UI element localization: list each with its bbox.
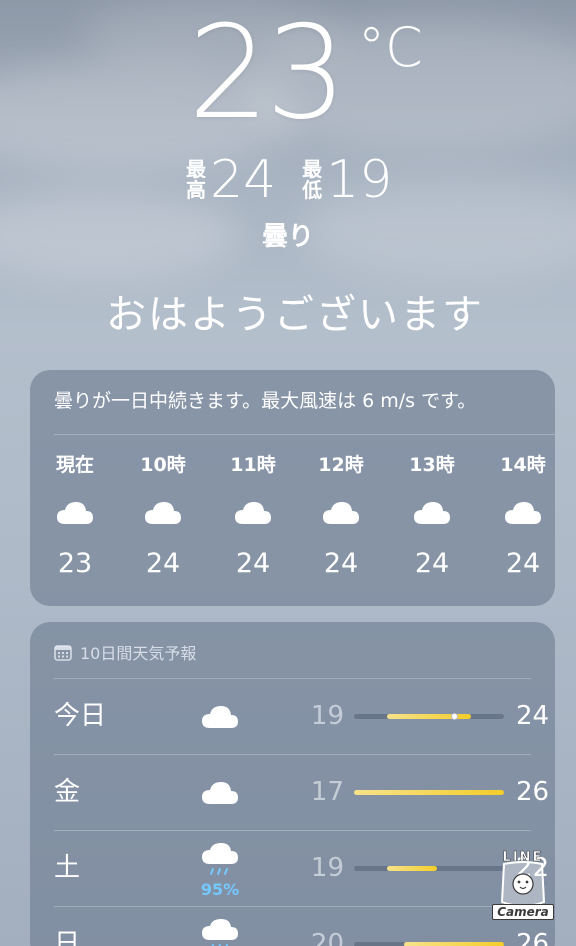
daily-forecast-header: 10日間天気予報 bbox=[54, 640, 196, 664]
hourly-temperature: 23 bbox=[57, 548, 93, 579]
watermark-text-bottom: Camera bbox=[492, 904, 554, 920]
rain-cloud-icon bbox=[200, 918, 240, 946]
day-name: 金 bbox=[54, 777, 81, 807]
temperature-range-bar bbox=[354, 866, 504, 871]
low-temperature: 17 bbox=[310, 777, 344, 807]
day-name: 今日 bbox=[54, 701, 107, 731]
hourly-forecast-card[interactable]: 曇りが一日中続きます。最大風速は 6 m/s です。 現在 23 10時 24 11時 2… bbox=[30, 370, 555, 606]
hourly-temperature: 24 bbox=[505, 548, 541, 579]
temperature-range-fill bbox=[387, 866, 438, 871]
daily-row[interactable]: 土95%1922 bbox=[54, 830, 549, 906]
hourly-item: 10時 24 bbox=[118, 452, 208, 580]
current-temp-dot bbox=[451, 713, 458, 720]
rain-cloud-icon bbox=[200, 842, 240, 875]
divider bbox=[54, 754, 531, 755]
hourly-summary: 曇りが一日中続きます。最大風速は 6 m/s です。 bbox=[54, 390, 477, 412]
hourly-time: 13時 bbox=[409, 454, 455, 476]
daily-row[interactable]: 今日 19 24 bbox=[54, 678, 549, 754]
low-temperature: 19 bbox=[326, 150, 393, 210]
hourly-time: 11時 bbox=[230, 454, 276, 476]
divider bbox=[54, 830, 531, 831]
cloud-icon bbox=[233, 498, 273, 526]
hourly-item: 12時 24 bbox=[296, 452, 386, 580]
temperature-range-bar bbox=[354, 713, 504, 720]
low-temperature: 19 bbox=[310, 701, 344, 731]
high-label: 最 高 bbox=[186, 159, 206, 201]
cloud-icon bbox=[503, 498, 543, 526]
low-label-char: 低 bbox=[302, 178, 323, 202]
low-label-char: 最 bbox=[302, 157, 323, 181]
daily-forecast-card[interactable]: 10日間天気予報 今日1924金1726土95%1922日2026 bbox=[30, 622, 555, 946]
daily-forecast-title: 10日間天気予報 bbox=[80, 644, 197, 663]
hourly-temperature: 24 bbox=[145, 548, 181, 579]
high-temperature: 24 bbox=[516, 701, 550, 731]
greeting-text: おはようございます bbox=[106, 292, 484, 338]
temperature-unit: °C bbox=[358, 16, 423, 79]
hourly-temperature: 24 bbox=[235, 548, 271, 579]
divider bbox=[54, 434, 555, 435]
temperature-range-bar bbox=[354, 790, 504, 795]
hourly-item: 11時 24 bbox=[208, 452, 298, 580]
hourly-time: 14時 bbox=[500, 454, 546, 476]
current-temperature-value: 23 bbox=[188, 0, 347, 148]
day-name: 日 bbox=[54, 929, 81, 946]
temperature-range-fill bbox=[354, 790, 504, 795]
current-condition: 曇り bbox=[261, 222, 314, 252]
temperature-range-fill bbox=[404, 942, 504, 946]
high-temperature: 26 bbox=[516, 777, 550, 807]
divider bbox=[54, 678, 531, 679]
hourly-time: 現在 bbox=[55, 454, 94, 476]
cloud-icon bbox=[321, 498, 361, 526]
current-temperature: 23 bbox=[188, 4, 347, 144]
precipitation-chance: 95% bbox=[200, 880, 240, 899]
day-name: 土 bbox=[54, 853, 81, 883]
hourly-item: 現在 23 bbox=[30, 452, 120, 580]
low-temperature: 20 bbox=[310, 929, 344, 946]
cloud-icon bbox=[412, 498, 452, 526]
temperature-range-fill bbox=[387, 714, 471, 719]
high-temperature: 24 bbox=[210, 150, 277, 210]
high-label-char: 最 bbox=[186, 157, 206, 181]
high-low-temperatures: 最 高 24 最 低 19 bbox=[186, 152, 392, 208]
hourly-time: 10時 bbox=[140, 454, 186, 476]
cloud-icon bbox=[55, 498, 95, 526]
hourly-time: 12時 bbox=[318, 454, 364, 476]
calendar-icon bbox=[54, 644, 72, 661]
hourly-item: 14時 24 bbox=[478, 452, 568, 580]
daily-row[interactable]: 日 20 26 bbox=[54, 906, 549, 946]
hourly-temperature: 24 bbox=[414, 548, 450, 579]
high-temperature: 26 bbox=[516, 929, 550, 946]
divider bbox=[54, 906, 531, 907]
line-camera-watermark: LINE Camera bbox=[490, 850, 556, 926]
low-label: 最 低 bbox=[302, 159, 322, 201]
daily-row[interactable]: 金 17 26 bbox=[54, 754, 549, 830]
hourly-list[interactable]: 現在 23 10時 24 11時 24 12時 24 13時 24 14時 24 bbox=[30, 452, 555, 592]
hourly-item: 13時 24 bbox=[387, 452, 477, 580]
low-temperature: 19 bbox=[310, 853, 344, 883]
temperature-range-bar bbox=[354, 942, 504, 946]
cloud-icon bbox=[200, 702, 240, 730]
hourly-temperature: 24 bbox=[323, 548, 359, 579]
cloud-icon bbox=[200, 778, 240, 806]
cloud-icon bbox=[143, 498, 183, 526]
high-label-char: 高 bbox=[186, 178, 206, 202]
